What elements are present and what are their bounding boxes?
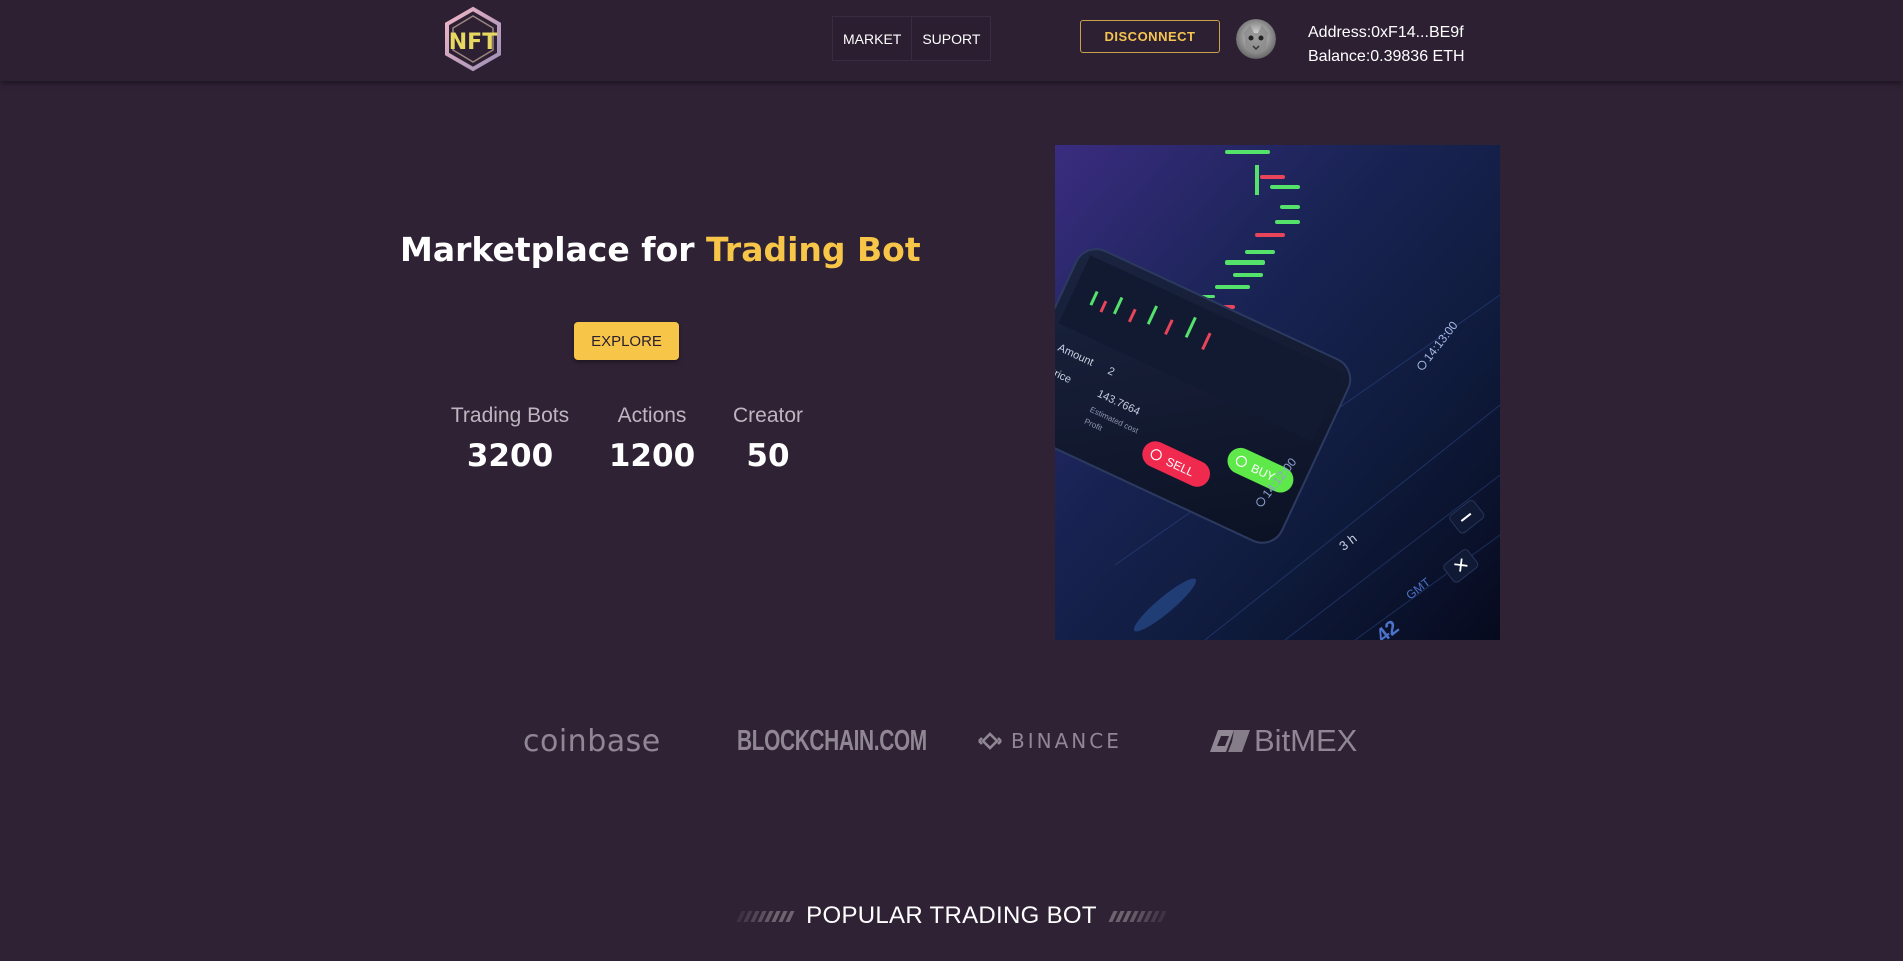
left-stripes-decoration bbox=[736, 910, 795, 922]
stat-label: Actions bbox=[617, 404, 687, 427]
partner-binance[interactable]: BINANCE bbox=[975, 720, 1150, 762]
popular-section-header: POPULAR TRADING BOT bbox=[0, 902, 1903, 930]
stat-actions: Actions 1200 bbox=[606, 404, 698, 474]
binance-logo: BINANCE bbox=[1011, 729, 1122, 753]
disconnect-button[interactable]: DISCONNECT bbox=[1080, 20, 1220, 53]
nft-logo[interactable]: NFT bbox=[440, 6, 506, 72]
hero-title-accent: Trading Bot bbox=[706, 230, 921, 269]
top-header: NFT MARKET SUPORT DISCONNECT Address:0xF… bbox=[0, 0, 1903, 81]
wallet-info: Address:0xF14...BE9f Balance:0.39836 ETH bbox=[1308, 21, 1465, 69]
blockchain-logo: BLOCKCHAIN.COM bbox=[737, 724, 927, 757]
explore-button[interactable]: EXPLORE bbox=[574, 322, 679, 360]
right-stripes-decoration bbox=[1108, 910, 1167, 922]
stat-creator: Creator 50 bbox=[727, 404, 809, 474]
stat-label: Creator bbox=[732, 404, 804, 427]
wallet-address: Address:0xF14...BE9f bbox=[1308, 24, 1464, 41]
bitmex-icon bbox=[1210, 730, 1250, 752]
stat-value: 1200 bbox=[608, 438, 696, 474]
user-avatar[interactable] bbox=[1236, 19, 1276, 59]
main-nav: MARKET SUPORT bbox=[832, 16, 992, 61]
stat-trading-bots: Trading Bots 3200 bbox=[443, 404, 577, 474]
logo-lettering: NFT bbox=[449, 30, 497, 55]
partner-bitmex[interactable]: BitMEX bbox=[1210, 720, 1385, 762]
nav-support[interactable]: SUPORT bbox=[912, 17, 990, 60]
bitmex-logo: BitMEX bbox=[1254, 723, 1358, 758]
partner-coinbase[interactable]: coinbase bbox=[523, 720, 695, 762]
stat-value: 3200 bbox=[466, 438, 554, 474]
hero-title: Marketplace for Trading Bot bbox=[400, 230, 921, 269]
nav-market[interactable]: MARKET bbox=[833, 17, 913, 60]
wallet-balance: Balance:0.39836 ETH bbox=[1308, 48, 1465, 65]
partner-blockchain[interactable]: BLOCKCHAIN.COM bbox=[737, 720, 927, 762]
hero-title-prefix: Marketplace for bbox=[400, 230, 707, 269]
hero-trading-image: Amount 2 Price 143.7664 Estimated cost P… bbox=[1055, 145, 1500, 640]
popular-section-title: POPULAR TRADING BOT bbox=[806, 902, 1097, 929]
binance-icon bbox=[978, 732, 1002, 750]
stat-label: Trading Bots bbox=[450, 404, 570, 427]
stat-value: 50 bbox=[746, 438, 790, 474]
coinbase-logo: coinbase bbox=[523, 723, 661, 759]
